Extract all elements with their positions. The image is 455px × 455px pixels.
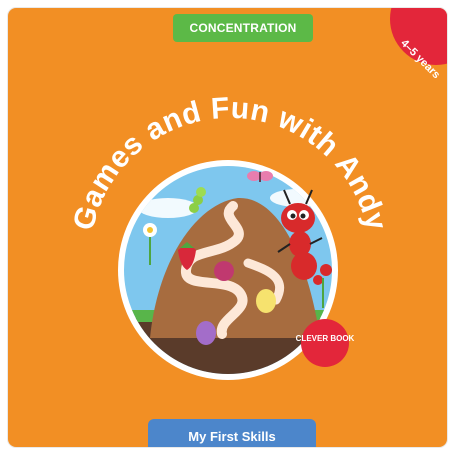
butterfly-icon bbox=[247, 171, 273, 182]
cover-illustration: Games and Fun with Andy CLEVER BOOK bbox=[67, 92, 393, 380]
book-cover: CONCENTRATION 4–5 years Games and Fun wi… bbox=[8, 8, 447, 447]
raspberry-icon bbox=[214, 261, 234, 281]
series-tab: My First Skills bbox=[148, 419, 316, 447]
publisher-logo-text: CLEVER BOOK bbox=[296, 334, 355, 343]
